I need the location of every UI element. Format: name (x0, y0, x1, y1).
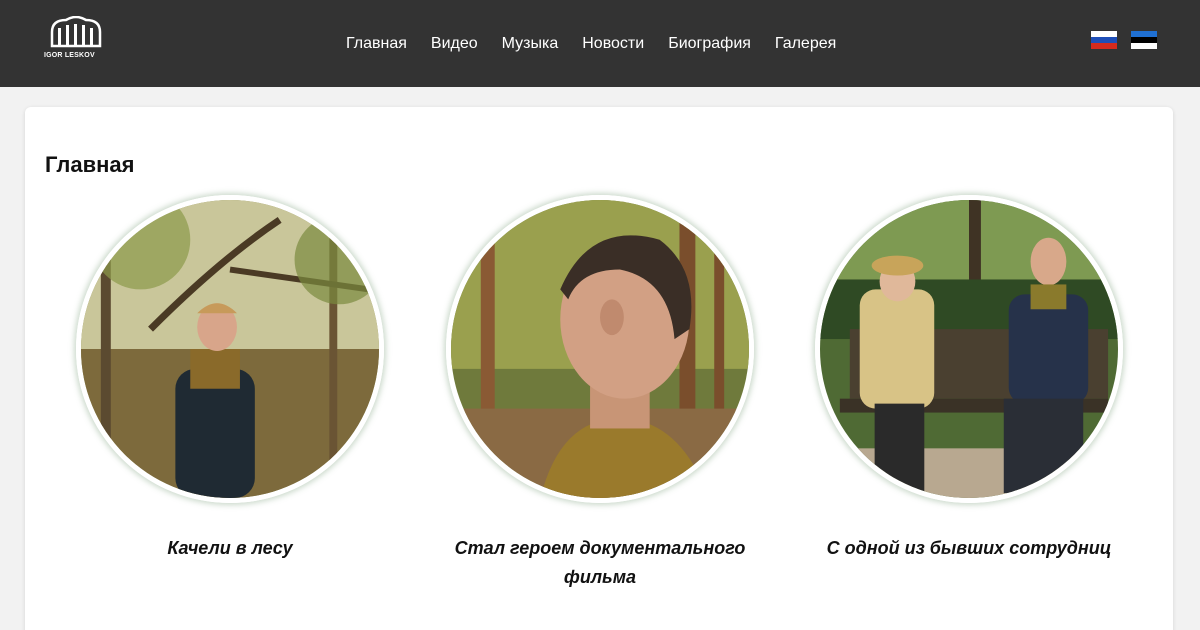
site-logo[interactable]: IGOR LESKOV (44, 15, 108, 64)
item-caption[interactable]: Качели в лесу (45, 534, 415, 563)
page-title: Главная (45, 152, 135, 177)
park-bench-photo[interactable] (815, 195, 1123, 503)
content-card: Главная Качели в лесу Стал героем докуме… (25, 107, 1173, 630)
main-nav: Главная Видео Музыка Новости Биография Г… (334, 32, 848, 56)
logo-text: IGOR LESKOV (44, 52, 95, 59)
piano-logo-icon (50, 15, 102, 48)
site-header: IGOR LESKOV Главная Видео Музыка Новости… (0, 0, 1200, 87)
nav-item-music[interactable]: Музыка (490, 32, 571, 56)
russia-flag-icon[interactable] (1091, 31, 1117, 49)
nav-item-news[interactable]: Новости (570, 32, 656, 56)
nav-item-video[interactable]: Видео (419, 32, 490, 56)
forest-swing-photo[interactable] (76, 195, 384, 503)
estonia-flag-icon[interactable] (1131, 31, 1157, 49)
nav-item-biography[interactable]: Биография (656, 32, 763, 56)
nav-item-home[interactable]: Главная (334, 32, 419, 56)
item-caption[interactable]: С одной из бывших сотрудниц (784, 534, 1154, 563)
gallery-item: С одной из бывших сотрудниц (784, 195, 1154, 563)
profile-portrait-photo[interactable] (446, 195, 754, 503)
gallery-item: Стал героем документального фильма (415, 195, 785, 592)
item-caption[interactable]: Стал героем документального фильма (415, 534, 785, 592)
nav-item-gallery[interactable]: Галерея (763, 32, 848, 56)
gallery-item: Качели в лесу (45, 195, 415, 563)
